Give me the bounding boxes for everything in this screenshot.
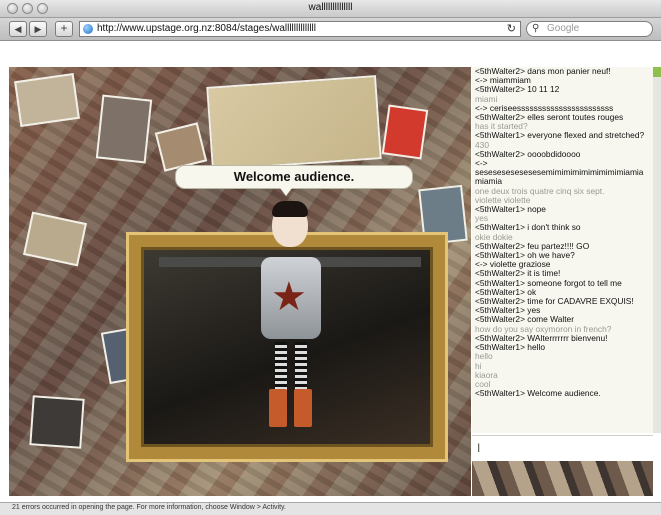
doll-avatar-spring-left (275, 342, 287, 390)
backdrop-photo (23, 211, 87, 267)
doll-avatar-spring-right (295, 342, 307, 390)
window-title: wallllllllllllll (308, 2, 353, 13)
chat-line: <5thWalter1> everyone flexed and stretch… (475, 130, 645, 141)
doll-avatar-boot-right (294, 389, 312, 427)
speech-bubble: Welcome audience. (175, 165, 413, 196)
stage-backdrop-strip (472, 461, 653, 496)
search-field[interactable]: ⚲ Google (526, 21, 653, 37)
star-icon: ★ (271, 275, 307, 319)
scroll-up-arrow-icon[interactable] (653, 67, 661, 77)
chat-line: <-> sesesesesesesesemimimimimimimimimiam… (475, 158, 644, 187)
chat-line: <5thWalter1> Welcome audience. (475, 388, 601, 399)
forward-arrow-icon: ▶ (34, 24, 42, 34)
text-cursor-icon: I (477, 441, 481, 455)
search-icon: ⚲ (532, 23, 540, 34)
chat-input-field[interactable]: I (472, 435, 653, 461)
globe-icon (83, 24, 93, 34)
backdrop-photo (29, 395, 85, 449)
chat-line: <5thWalter2> 10 11 12 (475, 84, 560, 95)
chat-line: hi (475, 360, 482, 371)
chat-line: <5thWalter1> hello (475, 342, 545, 353)
url-text: http://www.upstage.org.nz:8084/stages/wa… (97, 23, 316, 34)
reload-icon[interactable]: ↻ (507, 22, 516, 35)
backdrop-photo (14, 73, 80, 127)
back-arrow-icon: ◀ (14, 24, 22, 34)
chat-line: <5thWalter1> nope (475, 204, 546, 215)
backdrop-card (381, 104, 429, 160)
forward-button[interactable]: ▶ (29, 21, 47, 37)
browser-toolbar: ◀ ▶ + http://www.upstage.org.nz:8084/sta… (0, 18, 661, 41)
chat-line: <5thWalter2> oooobdidoooo (475, 148, 581, 159)
status-bar: 21 errors occurred in opening the page. … (0, 502, 661, 515)
add-bookmark-button[interactable]: + (55, 21, 73, 37)
window-titlebar: wallllllllllllll (0, 0, 661, 18)
doll-avatar-hair (272, 201, 308, 217)
chat-log[interactable]: <5thWalter2> dans mon panier neuf! <-> mi… (472, 67, 653, 433)
search-placeholder: Google (547, 23, 580, 34)
chat-line: hello (475, 351, 493, 362)
status-text: 21 errors occurred in opening the page. … (12, 504, 286, 511)
backdrop-photo (95, 94, 153, 164)
doll-avatar-boot-left (269, 389, 287, 427)
address-bar[interactable]: http://www.upstage.org.nz:8084/stages/wa… (79, 21, 521, 37)
backdrop-map (206, 75, 382, 171)
chat-line: kiaora (475, 369, 498, 380)
stage-backdrop: Welcome audience. ★ (9, 67, 471, 496)
chat-scrollbar[interactable] (653, 67, 661, 433)
plus-icon: + (60, 21, 68, 35)
back-button[interactable]: ◀ (9, 21, 27, 37)
